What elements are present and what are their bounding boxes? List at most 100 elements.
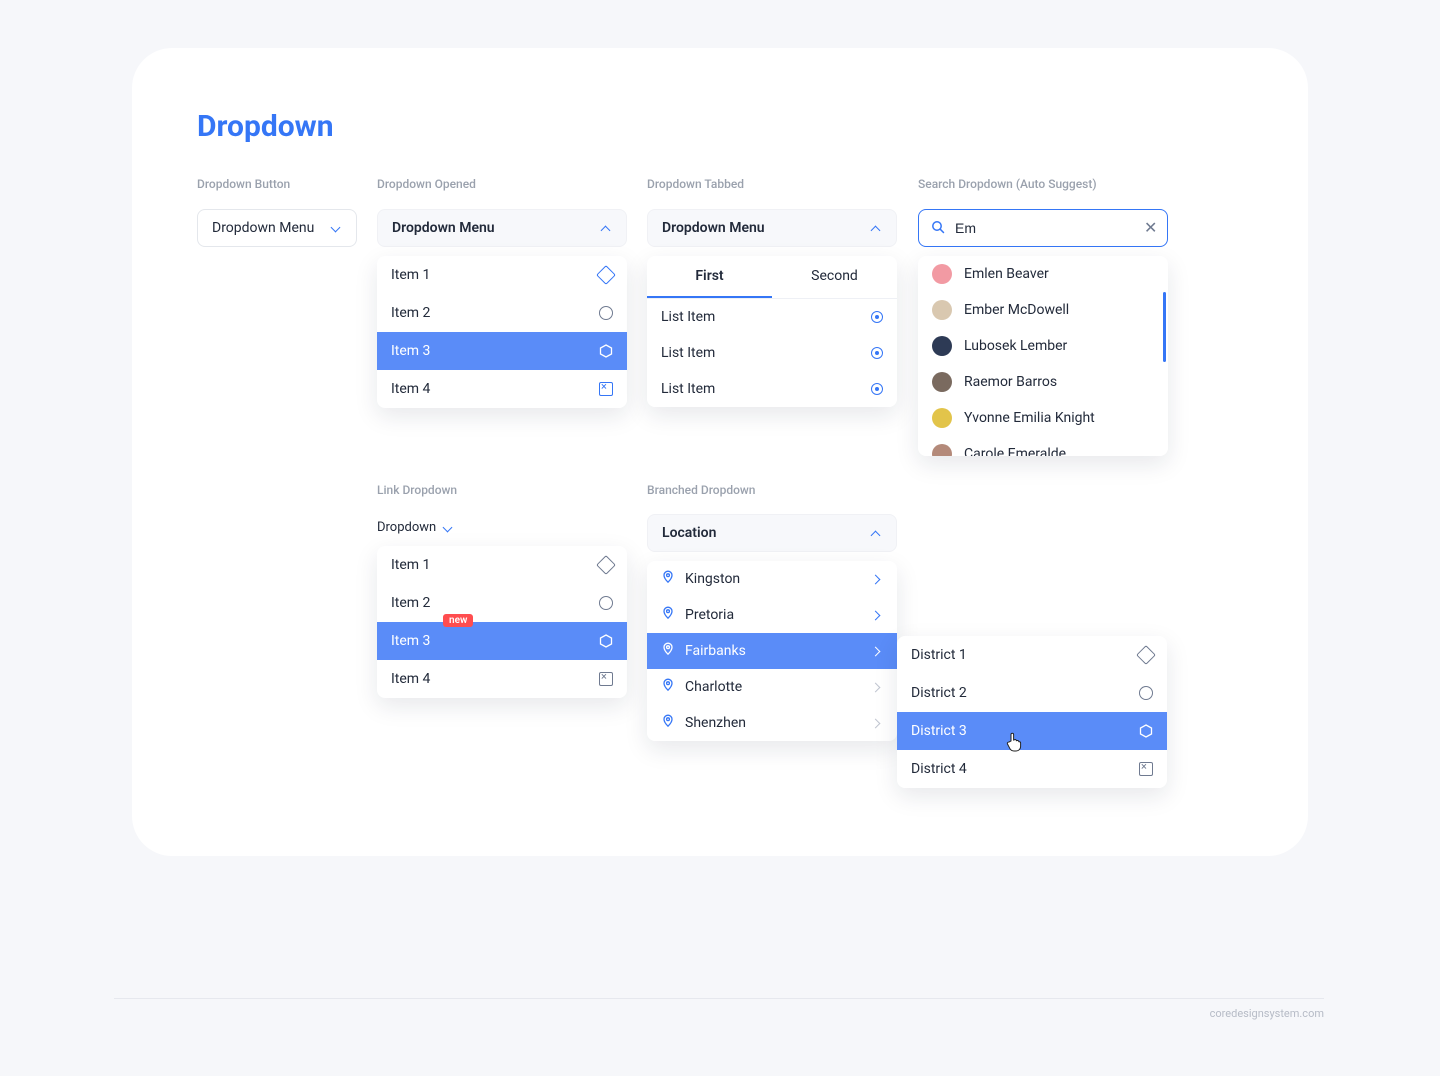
avatar [932,372,952,392]
circle-icon [599,306,613,320]
location-item[interactable]: Shenzhen [647,705,897,741]
dropdown-opened-panel: Item 1 Item 2 Item 3 Item 4 [377,256,627,408]
chevron-down-icon [442,522,454,534]
dropdown-opened-trigger[interactable]: Dropdown Menu [377,209,627,247]
dot-ring-icon [871,311,883,323]
list-item[interactable]: List Item [647,371,897,407]
person-name: Lubosek Lember [964,338,1067,354]
pin-icon [661,606,675,624]
district-item-selected[interactable]: District 3 [897,712,1167,750]
avatar [932,300,952,320]
person-name: Raemor Barros [964,374,1057,390]
dropdown-tabbed-trigger[interactable]: Dropdown Menu [647,209,897,247]
label-branched-dropdown: Branched Dropdown [647,483,756,497]
dropdown-item[interactable]: Item 1 [377,546,627,584]
badge-new: new [443,614,473,627]
location-label: Kingston [685,571,740,587]
list-item-label: List Item [661,345,715,361]
person-name: Ember McDowell [964,302,1069,318]
item-label: Item 4 [391,381,430,397]
link-dropdown-panel: Item 1 Item 2 new Item 3 Item 4 [377,546,627,698]
district-label: District 4 [911,761,967,777]
person-name: Emlen Beaver [964,266,1049,282]
location-item[interactable]: Charlotte [647,669,897,705]
list-item[interactable]: List Item [647,335,897,371]
item-label: Item 3 [391,633,430,649]
avatar [932,336,952,356]
avatar [932,408,952,428]
square-x-icon [599,382,613,396]
item-label: Item 3 [391,343,430,359]
person-result[interactable]: Ember McDowell [918,292,1168,328]
dropdown-opened-label: Dropdown Menu [392,220,495,236]
chevron-right-icon [871,645,883,657]
location-label: Charlotte [685,679,742,695]
district-label: District 3 [911,723,967,739]
footer-text: coredesignsystem.com [1210,1007,1324,1020]
link-dropdown-trigger[interactable]: Dropdown [377,520,454,535]
location-item[interactable]: Pretoria [647,597,897,633]
diamond-icon [596,265,616,285]
square-x-icon [1139,762,1153,776]
search-results-panel: Emlen Beaver Ember McDowell Lubosek Lemb… [918,256,1168,456]
footer: coredesignsystem.com [114,998,1324,1020]
person-name: Yvonne Emilia Knight [964,410,1095,426]
list-item[interactable]: List Item [647,299,897,335]
person-result[interactable]: Carole Emeralde [918,436,1168,456]
clear-icon[interactable]: ✕ [1144,220,1157,236]
district-item[interactable]: District 1 [897,636,1167,674]
chevron-down-icon [330,222,342,234]
search-input[interactable] [947,220,1144,236]
location-item[interactable]: Kingston [647,561,897,597]
item-label: Item 1 [391,267,430,283]
location-label: Pretoria [685,607,734,623]
item-label: Item 2 [391,305,430,321]
dot-ring-icon [871,383,883,395]
chevron-right-icon [871,681,883,693]
person-name: Carole Emeralde [964,446,1066,456]
pin-icon [661,714,675,732]
dropdown-item[interactable]: Item 4 [377,370,627,408]
dropdown-item[interactable]: Item 1 [377,256,627,294]
district-label: District 1 [911,647,967,663]
district-item[interactable]: District 4 [897,750,1167,788]
item-label: Item 4 [391,671,430,687]
dropdown-item-selected[interactable]: Item 3 [377,332,627,370]
district-label: District 2 [911,685,967,701]
label-link-dropdown: Link Dropdown [377,483,457,497]
branched-dropdown-trigger[interactable]: Location [647,514,897,552]
square-x-icon [599,672,613,686]
chevron-right-icon [871,573,883,585]
diamond-icon [596,555,616,575]
tab-second[interactable]: Second [772,256,897,298]
dropdown-button-label: Dropdown Menu [212,220,314,236]
person-result[interactable]: Yvonne Emilia Knight [918,400,1168,436]
district-item[interactable]: District 2 [897,674,1167,712]
label-dropdown-tabbed: Dropdown Tabbed [647,177,744,191]
dropdown-item[interactable]: Item 4 [377,660,627,698]
chevron-up-icon [870,527,882,539]
branched-dropdown-label: Location [662,525,716,541]
dropdown-item-selected[interactable]: Item 3 [377,622,627,660]
dropdown-button[interactable]: Dropdown Menu [197,209,357,247]
scrollbar[interactable] [1163,292,1166,362]
dropdown-item[interactable]: Item 2 new [377,584,627,622]
pin-icon [661,678,675,696]
link-dropdown-label: Dropdown [377,520,436,535]
dropdown-item[interactable]: Item 2 [377,294,627,332]
list-item-label: List Item [661,309,715,325]
chevron-up-icon [870,222,882,234]
search-icon [931,219,945,238]
tab-first[interactable]: First [647,256,772,298]
location-label: Fairbanks [685,643,746,659]
tabs: First Second [647,256,897,299]
search-dropdown-input-wrap[interactable]: ✕ [918,209,1168,247]
chevron-right-icon [871,609,883,621]
person-result[interactable]: Raemor Barros [918,364,1168,400]
person-result[interactable]: Lubosek Lember [918,328,1168,364]
branched-locations-panel: Kingston Pretoria Fairbanks Charlotte Sh… [647,561,897,741]
location-item-selected[interactable]: Fairbanks [647,633,897,669]
person-result[interactable]: Emlen Beaver [918,256,1168,292]
branched-districts-panel: District 1 District 2 District 3 Distric… [897,636,1167,788]
label-dropdown-opened: Dropdown Opened [377,177,476,191]
